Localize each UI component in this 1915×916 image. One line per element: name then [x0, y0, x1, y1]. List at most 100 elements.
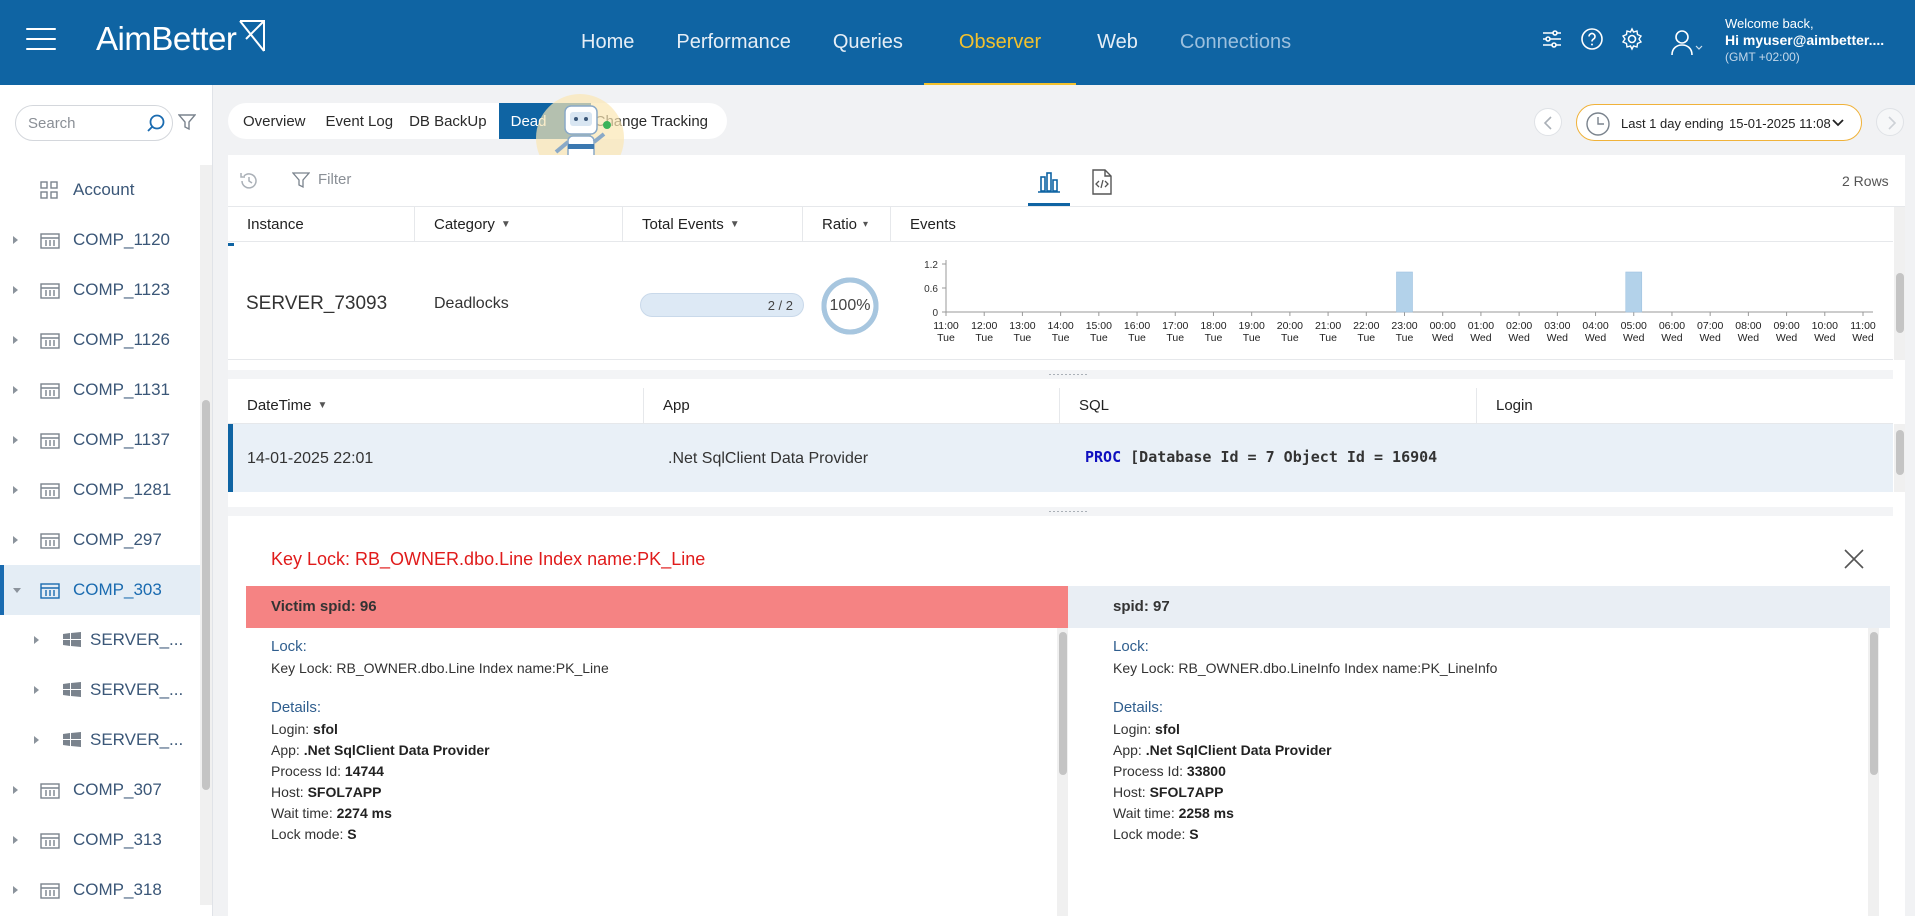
sidebar-item-company[interactable]: COMP_303 [0, 565, 200, 615]
x-tick-label: 07:00 [1697, 320, 1723, 332]
table-row[interactable]: SERVER_73093 Deadlocks 2 / 2 100% 1.2 0.6… [228, 247, 1893, 360]
events-scrollbar[interactable] [1894, 424, 1905, 492]
help-icon[interactable] [1580, 27, 1604, 51]
close-icon[interactable] [1842, 547, 1866, 571]
scrollbar-thumb[interactable] [1059, 632, 1067, 775]
sidebar-scrollbar[interactable] [200, 165, 212, 905]
scrollbar-thumb[interactable] [1896, 273, 1904, 333]
column-ratio[interactable]: Ratio ▾ [803, 207, 891, 242]
grid-scrollbar[interactable] [1894, 207, 1905, 360]
nav-queries[interactable]: Queries [812, 0, 924, 85]
column-total-events[interactable]: Total Events ▼ [623, 207, 803, 242]
caret-right-icon[interactable] [34, 736, 39, 744]
sidebar-item-company[interactable]: COMP_297 [0, 515, 200, 565]
splitter[interactable] [228, 507, 1893, 516]
filter-icon [292, 172, 310, 189]
scrollbar-thumb[interactable] [202, 400, 210, 790]
x-tick-label: 09:00 [1773, 320, 1799, 332]
sidebar-item-company[interactable]: COMP_1123 [0, 265, 200, 315]
splitter-grip[interactable] [1048, 373, 1088, 376]
x-tick-label: 04:00 [1582, 320, 1608, 332]
nav-observer[interactable]: Observer [923, 0, 1077, 85]
sidebar-item-company[interactable]: COMP_1131 [0, 365, 200, 415]
filter-input[interactable] [318, 171, 518, 188]
caret-right-icon[interactable] [13, 436, 18, 444]
search-icon[interactable] [146, 114, 166, 134]
event-row[interactable]: 14-01-2025 22:01 .Net SqlClient Data Pro… [228, 424, 1893, 492]
column-category[interactable]: Category ▼ [415, 207, 623, 242]
sidebar-item-company[interactable]: COMP_313 [0, 815, 200, 865]
x-tick-day-label: Wed [1585, 332, 1607, 344]
user-icon[interactable] [1670, 28, 1704, 58]
welcome-block[interactable]: Welcome back, Hi myuser@aimbetter.... (G… [1725, 15, 1884, 66]
chart-view-button[interactable] [1028, 165, 1070, 207]
scrollbar-thumb[interactable] [1870, 632, 1878, 775]
sql-text: [Database Id = 7 Object Id = 16904 [1121, 448, 1438, 466]
x-tick-day-label: Wed [1814, 332, 1836, 344]
sidebar-item-company[interactable]: COMP_1120 [0, 215, 200, 265]
splitter[interactable] [228, 370, 1893, 379]
code-file-icon[interactable] [1090, 169, 1114, 195]
tab-db-backup[interactable]: DB BackUp [405, 103, 499, 139]
sidebar-item-account[interactable]: Account [0, 165, 200, 215]
search-input[interactable] [28, 113, 138, 133]
caret-right-icon[interactable] [34, 636, 39, 644]
other-scrollbar[interactable] [1868, 628, 1879, 916]
caret-right-icon[interactable] [13, 286, 18, 294]
victim-scrollbar[interactable] [1057, 628, 1068, 916]
wait-time-label: Wait time: [1113, 805, 1175, 821]
sidebar-item-company[interactable]: COMP_1126 [0, 315, 200, 365]
caret-right-icon[interactable] [13, 836, 18, 844]
column-datetime[interactable]: DateTime ▼ [228, 388, 644, 423]
next-period-button[interactable] [1876, 108, 1904, 136]
sidebar-item-company[interactable]: COMP_1137 [0, 415, 200, 465]
x-tick-label: 02:00 [1506, 320, 1532, 332]
column-label: Instance [247, 216, 304, 233]
time-range-picker[interactable]: Last 1 day ending 15-01-2025 11:08 [1576, 104, 1862, 141]
caret-right-icon[interactable] [13, 236, 18, 244]
lock-mode-value: S [347, 826, 357, 842]
column-instance[interactable]: Instance [228, 207, 415, 242]
sidebar-item-company[interactable]: COMP_307 [0, 765, 200, 815]
filter-icon[interactable] [178, 113, 196, 131]
sidebar-item-server[interactable]: SERVER_... [0, 615, 200, 665]
nav-performance[interactable]: Performance [655, 0, 812, 85]
nav-connections[interactable]: Connections [1159, 0, 1312, 85]
caret-right-icon[interactable] [13, 886, 18, 894]
column-sql[interactable]: SQL [1060, 388, 1477, 423]
sidebar-item-label: COMP_1120 [73, 230, 171, 249]
prev-period-button[interactable] [1534, 108, 1562, 136]
column-app[interactable]: App [644, 388, 1060, 423]
gear-icon[interactable] [1620, 27, 1644, 51]
caret-right-icon[interactable] [13, 486, 18, 494]
tab-overview[interactable]: Overview [235, 103, 314, 139]
sliders-icon[interactable] [1540, 27, 1564, 51]
caret-right-icon[interactable] [13, 386, 18, 394]
lock-mode-value: S [1189, 826, 1199, 842]
splitter-grip[interactable] [1048, 510, 1088, 513]
nav-home[interactable]: Home [560, 0, 655, 85]
column-login[interactable]: Login [1477, 388, 1893, 423]
sidebar-item-company[interactable]: COMP_318 [0, 865, 200, 915]
column-events[interactable]: Events [891, 207, 1893, 242]
nav-web[interactable]: Web [1076, 0, 1159, 85]
main-nav: Home Performance Queries Observer Web Co… [560, 0, 1312, 85]
tab-event-log[interactable]: Event Log [314, 103, 406, 139]
app-logo[interactable]: AimBetter [96, 20, 266, 58]
menu-icon[interactable] [26, 28, 56, 52]
lock-mode-label: Lock mode: [271, 826, 344, 842]
history-icon[interactable] [238, 170, 260, 192]
sidebar-item-company[interactable]: COMP_1281 [0, 465, 200, 515]
caret-right-icon[interactable] [13, 786, 18, 794]
x-tick-label: 14:00 [1047, 320, 1073, 332]
scrollbar-thumb[interactable] [1896, 430, 1904, 475]
caret-right-icon[interactable] [13, 336, 18, 344]
y-tick-label: 0.6 [924, 284, 938, 295]
sidebar-item-label: SERVER_... [90, 730, 184, 749]
sidebar-item-server[interactable]: SERVER_... [0, 715, 200, 765]
caret-right-icon[interactable] [34, 686, 39, 694]
caret-down-icon[interactable] [13, 588, 21, 593]
main-panel: 2 Rows Instance Category▼ Total Events▼ … [228, 155, 1905, 916]
sidebar-item-server[interactable]: SERVER_... [0, 665, 200, 715]
caret-right-icon[interactable] [13, 536, 18, 544]
